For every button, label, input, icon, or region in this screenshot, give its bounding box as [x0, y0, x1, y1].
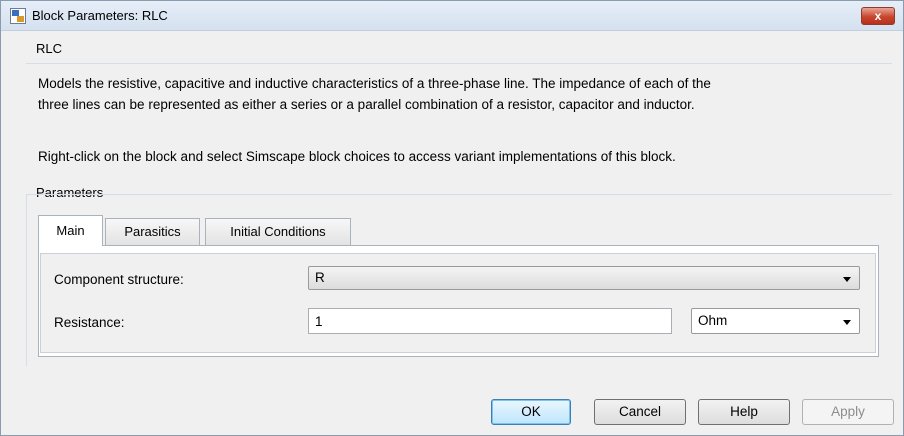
- cancel-button[interactable]: Cancel: [594, 399, 686, 425]
- tab-parasitics[interactable]: Parasitics: [105, 218, 200, 245]
- component-structure-dropdown[interactable]: R: [308, 266, 860, 290]
- block-parameters-dialog: Block Parameters: RLC x RLC Models the r…: [0, 0, 904, 436]
- help-button[interactable]: Help: [698, 399, 790, 425]
- resistance-unit-value: Ohm: [698, 313, 728, 328]
- description-paragraph-1: Models the resistive, capacitive and ind…: [38, 73, 878, 115]
- simulink-block-icon: [10, 8, 26, 24]
- tab-main[interactable]: Main: [38, 215, 103, 246]
- description-group-label: RLC: [36, 41, 63, 56]
- apply-button[interactable]: Apply: [802, 399, 894, 425]
- title-bar[interactable]: Block Parameters: RLC x: [1, 1, 903, 31]
- component-structure-value: R: [315, 270, 325, 285]
- icon-part-b: [17, 16, 24, 22]
- close-button[interactable]: x: [861, 7, 895, 25]
- resistance-field[interactable]: [308, 308, 672, 334]
- description-line-1: Models the resistive, capacitive and ind…: [38, 76, 711, 91]
- ok-button[interactable]: OK: [491, 399, 571, 425]
- description-line-2: three lines can be represented as either…: [38, 97, 695, 112]
- chevron-down-icon: [843, 320, 851, 325]
- chevron-down-icon: [843, 277, 851, 282]
- close-icon: x: [874, 9, 882, 23]
- component-structure-label: Component structure:: [54, 272, 184, 287]
- resistance-label: Resistance:: [54, 315, 125, 330]
- resistance-input[interactable]: [309, 309, 671, 333]
- resistance-unit-dropdown[interactable]: Ohm: [691, 308, 860, 334]
- description-paragraph-2: Right-click on the block and select Sims…: [38, 149, 676, 164]
- window-title: Block Parameters: RLC: [32, 8, 168, 23]
- tab-initial-conditions[interactable]: Initial Conditions: [205, 218, 351, 245]
